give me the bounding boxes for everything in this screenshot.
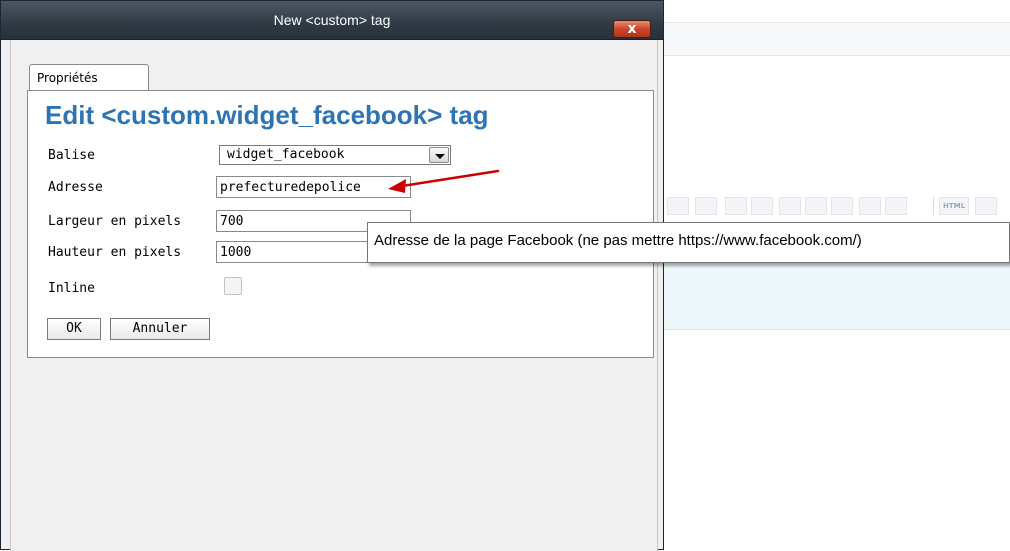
close-icon: x [627, 21, 637, 37]
toolbar-button[interactable] [695, 197, 717, 215]
red-arrow-icon [388, 169, 500, 193]
balise-label: Balise [48, 148, 95, 163]
toolbar-separator [933, 197, 934, 215]
adresse-tooltip: Adresse de la page Facebook (ne pas mett… [367, 222, 1010, 263]
tab-proprietes[interactable]: Propriétés [29, 64, 149, 91]
toolbar-button[interactable] [831, 197, 853, 215]
toolbar-button[interactable] [725, 197, 747, 215]
chevron-down-icon[interactable] [429, 147, 449, 163]
editor-toolbar: HTML [663, 192, 1010, 222]
dialog-title: New <custom> tag [273, 12, 391, 28]
toolbar-button[interactable] [779, 197, 801, 215]
toolbar-button[interactable] [975, 197, 997, 215]
toolbar-button[interactable] [885, 197, 907, 215]
inline-label: Inline [48, 281, 95, 296]
toolbar-button[interactable] [859, 197, 881, 215]
balise-select[interactable]: widget_facebook [219, 145, 451, 165]
hauteur-label: Hauteur en pixels [48, 245, 182, 260]
inline-checkbox[interactable] [224, 277, 242, 295]
html-button[interactable]: HTML [939, 197, 969, 215]
editor-top-bar [663, 22, 1010, 56]
largeur-label: Largeur en pixels [48, 214, 182, 229]
ok-button[interactable]: OK [47, 318, 101, 340]
close-button[interactable]: x [613, 20, 651, 38]
toolbar-button[interactable] [751, 197, 773, 215]
cancel-button[interactable]: Annuler [110, 318, 210, 340]
panel-heading: Edit <custom.widget_facebook> tag [45, 100, 489, 130]
toolbar-button[interactable] [805, 197, 827, 215]
toolbar-button[interactable] [667, 197, 689, 215]
dialog-titlebar[interactable]: New <custom> tag x [1, 1, 663, 40]
balise-select-value: widget_facebook [227, 147, 345, 162]
adresse-label: Adresse [48, 180, 103, 195]
